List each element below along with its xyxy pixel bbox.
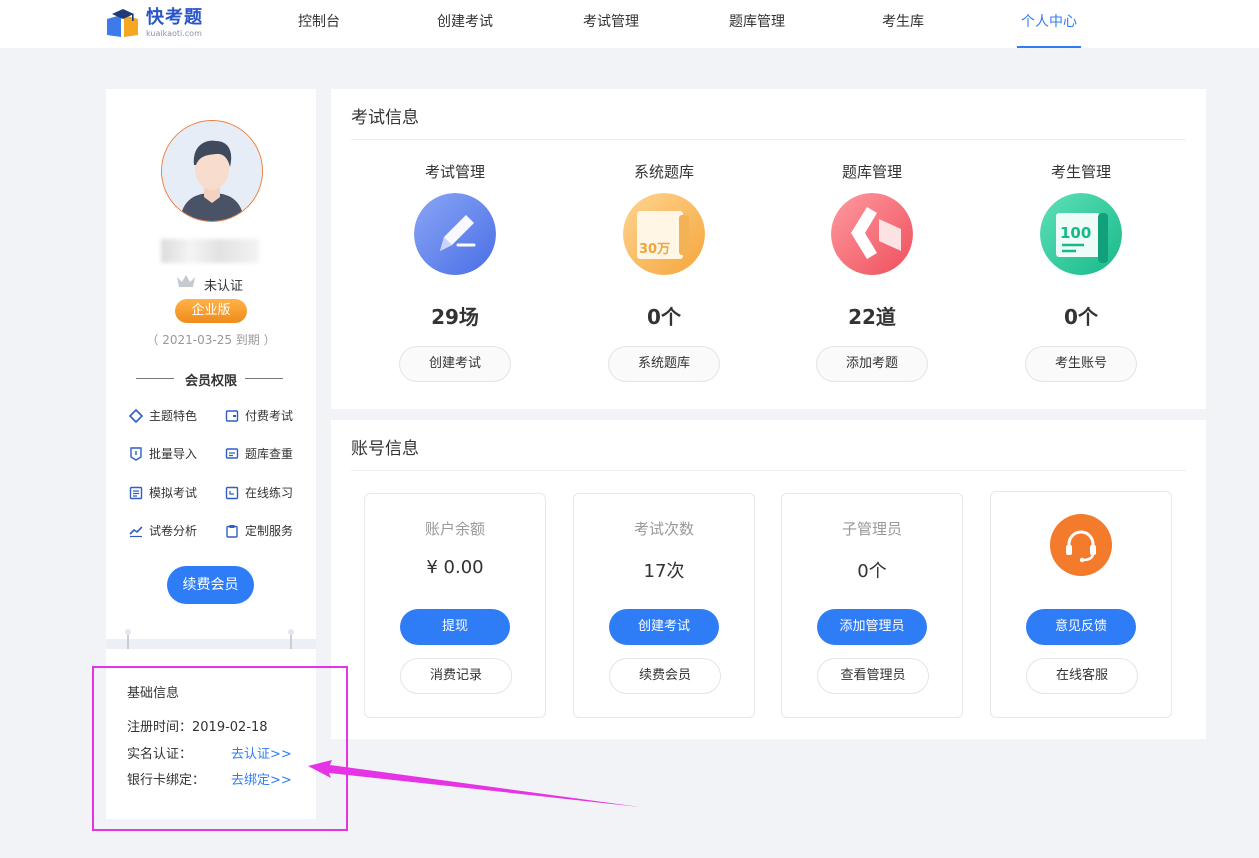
annotation-arrow-icon <box>308 760 640 807</box>
